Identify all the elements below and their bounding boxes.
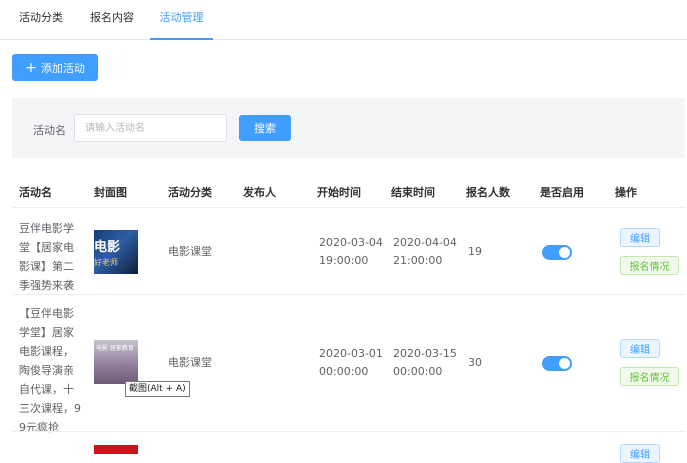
toggle-knob — [559, 247, 570, 258]
activity-name-line: 豆伴电影学 — [19, 222, 74, 235]
cover-text: 好老师 — [94, 258, 118, 267]
start-time-cell: 2020-03-04 19:00:00 — [319, 234, 383, 270]
edit-button[interactable]: 编辑 — [620, 228, 660, 247]
cover-text: 电影 居家教育 — [96, 345, 134, 352]
activity-name-line: 陶俊导演亲 — [19, 364, 74, 377]
activity-name-line: 堂【居家电 — [19, 241, 74, 254]
start-clock: 00:00:00 — [319, 365, 369, 378]
end-time-cell: 2020-04-04 21:00:00 — [393, 234, 457, 270]
column-header-name: 活动名 — [19, 186, 52, 199]
start-date: 2020-03-04 — [319, 236, 383, 249]
activity-name-line: 电影课程， — [19, 345, 74, 358]
start-date: 2020-03-01 — [319, 347, 383, 360]
start-clock: 19:00:00 — [319, 254, 369, 267]
column-header-start-time: 开始时间 — [317, 186, 361, 199]
row-divider — [12, 431, 685, 432]
search-panel: 活动名 搜索 — [12, 98, 685, 158]
activity-name-line: 影课】第二 — [19, 260, 74, 273]
screenshot-tooltip: 截图(Alt + A) — [125, 381, 190, 397]
row-divider — [12, 294, 685, 295]
registrant-count-cell: 19 — [468, 245, 482, 258]
category-cell: 电影课堂 — [168, 245, 212, 258]
cover-text: 电影 — [94, 240, 121, 255]
cover-image — [94, 445, 138, 454]
column-header-cover: 封面图 — [94, 186, 127, 199]
column-header-end-time: 结束时间 — [391, 186, 435, 199]
tab-activity-management[interactable]: 活动管理 — [150, 0, 213, 40]
add-activity-label: 添加活动 — [40, 61, 85, 75]
tab-activity-category[interactable]: 活动分类 — [19, 0, 63, 38]
end-date: 2020-03-15 — [393, 347, 457, 360]
cover-image: 电影 好老师 — [94, 230, 138, 274]
activity-name-cell: 【豆伴电影 学堂】居家 电影课程， 陶俊导演亲 自代课，十 三次课程，9 9元疯… — [19, 304, 81, 437]
column-header-publisher: 发布人 — [243, 186, 276, 199]
activity-name-line: 学堂】居家 — [19, 326, 74, 339]
end-clock: 00:00:00 — [393, 365, 443, 378]
start-time-cell: 2020-03-01 00:00:00 — [319, 345, 383, 381]
toggle-knob — [559, 358, 570, 369]
end-time-cell: 2020-03-15 00:00:00 — [393, 345, 457, 381]
activity-name-line: 自代课，十 — [19, 383, 74, 396]
table-header-divider — [12, 207, 685, 208]
category-cell: 电影课堂 — [168, 356, 212, 369]
column-header-category: 活动分类 — [168, 186, 212, 199]
tab-bar: 活动分类 报名内容 活动管理 — [0, 0, 687, 40]
activity-name-cell: 豆伴电影学 堂【居家电 影课】第二 季强势来袭 — [19, 219, 81, 295]
activity-name-line: 季强势来袭 — [19, 279, 74, 292]
activity-name-search-input[interactable] — [74, 114, 227, 142]
enabled-toggle[interactable] — [542, 245, 572, 260]
enabled-toggle[interactable] — [542, 356, 572, 371]
end-clock: 21:00:00 — [393, 254, 443, 267]
column-header-actions: 操作 — [615, 186, 637, 199]
plus-icon: + — [25, 59, 37, 76]
column-header-registrant-count: 报名人数 — [466, 186, 510, 199]
search-label: 活动名 — [33, 124, 66, 137]
tab-registration-content[interactable]: 报名内容 — [90, 0, 134, 38]
activity-name-line: 三次课程，9 — [19, 402, 81, 415]
activity-name-line: 9元疯抢 — [19, 421, 59, 434]
registration-status-button[interactable]: 报名情况 — [620, 367, 679, 386]
registrant-count-cell: 30 — [468, 356, 482, 369]
registration-status-button[interactable]: 报名情况 — [620, 256, 679, 275]
add-activity-button[interactable]: + 添加活动 — [12, 54, 98, 81]
search-button[interactable]: 搜索 — [239, 115, 291, 141]
end-date: 2020-04-04 — [393, 236, 457, 249]
edit-button[interactable]: 编辑 — [620, 339, 660, 358]
cover-image: 电影 居家教育 — [94, 340, 138, 384]
column-header-enabled: 是否启用 — [540, 186, 584, 199]
activity-name-line: 【豆伴电影 — [19, 307, 74, 320]
